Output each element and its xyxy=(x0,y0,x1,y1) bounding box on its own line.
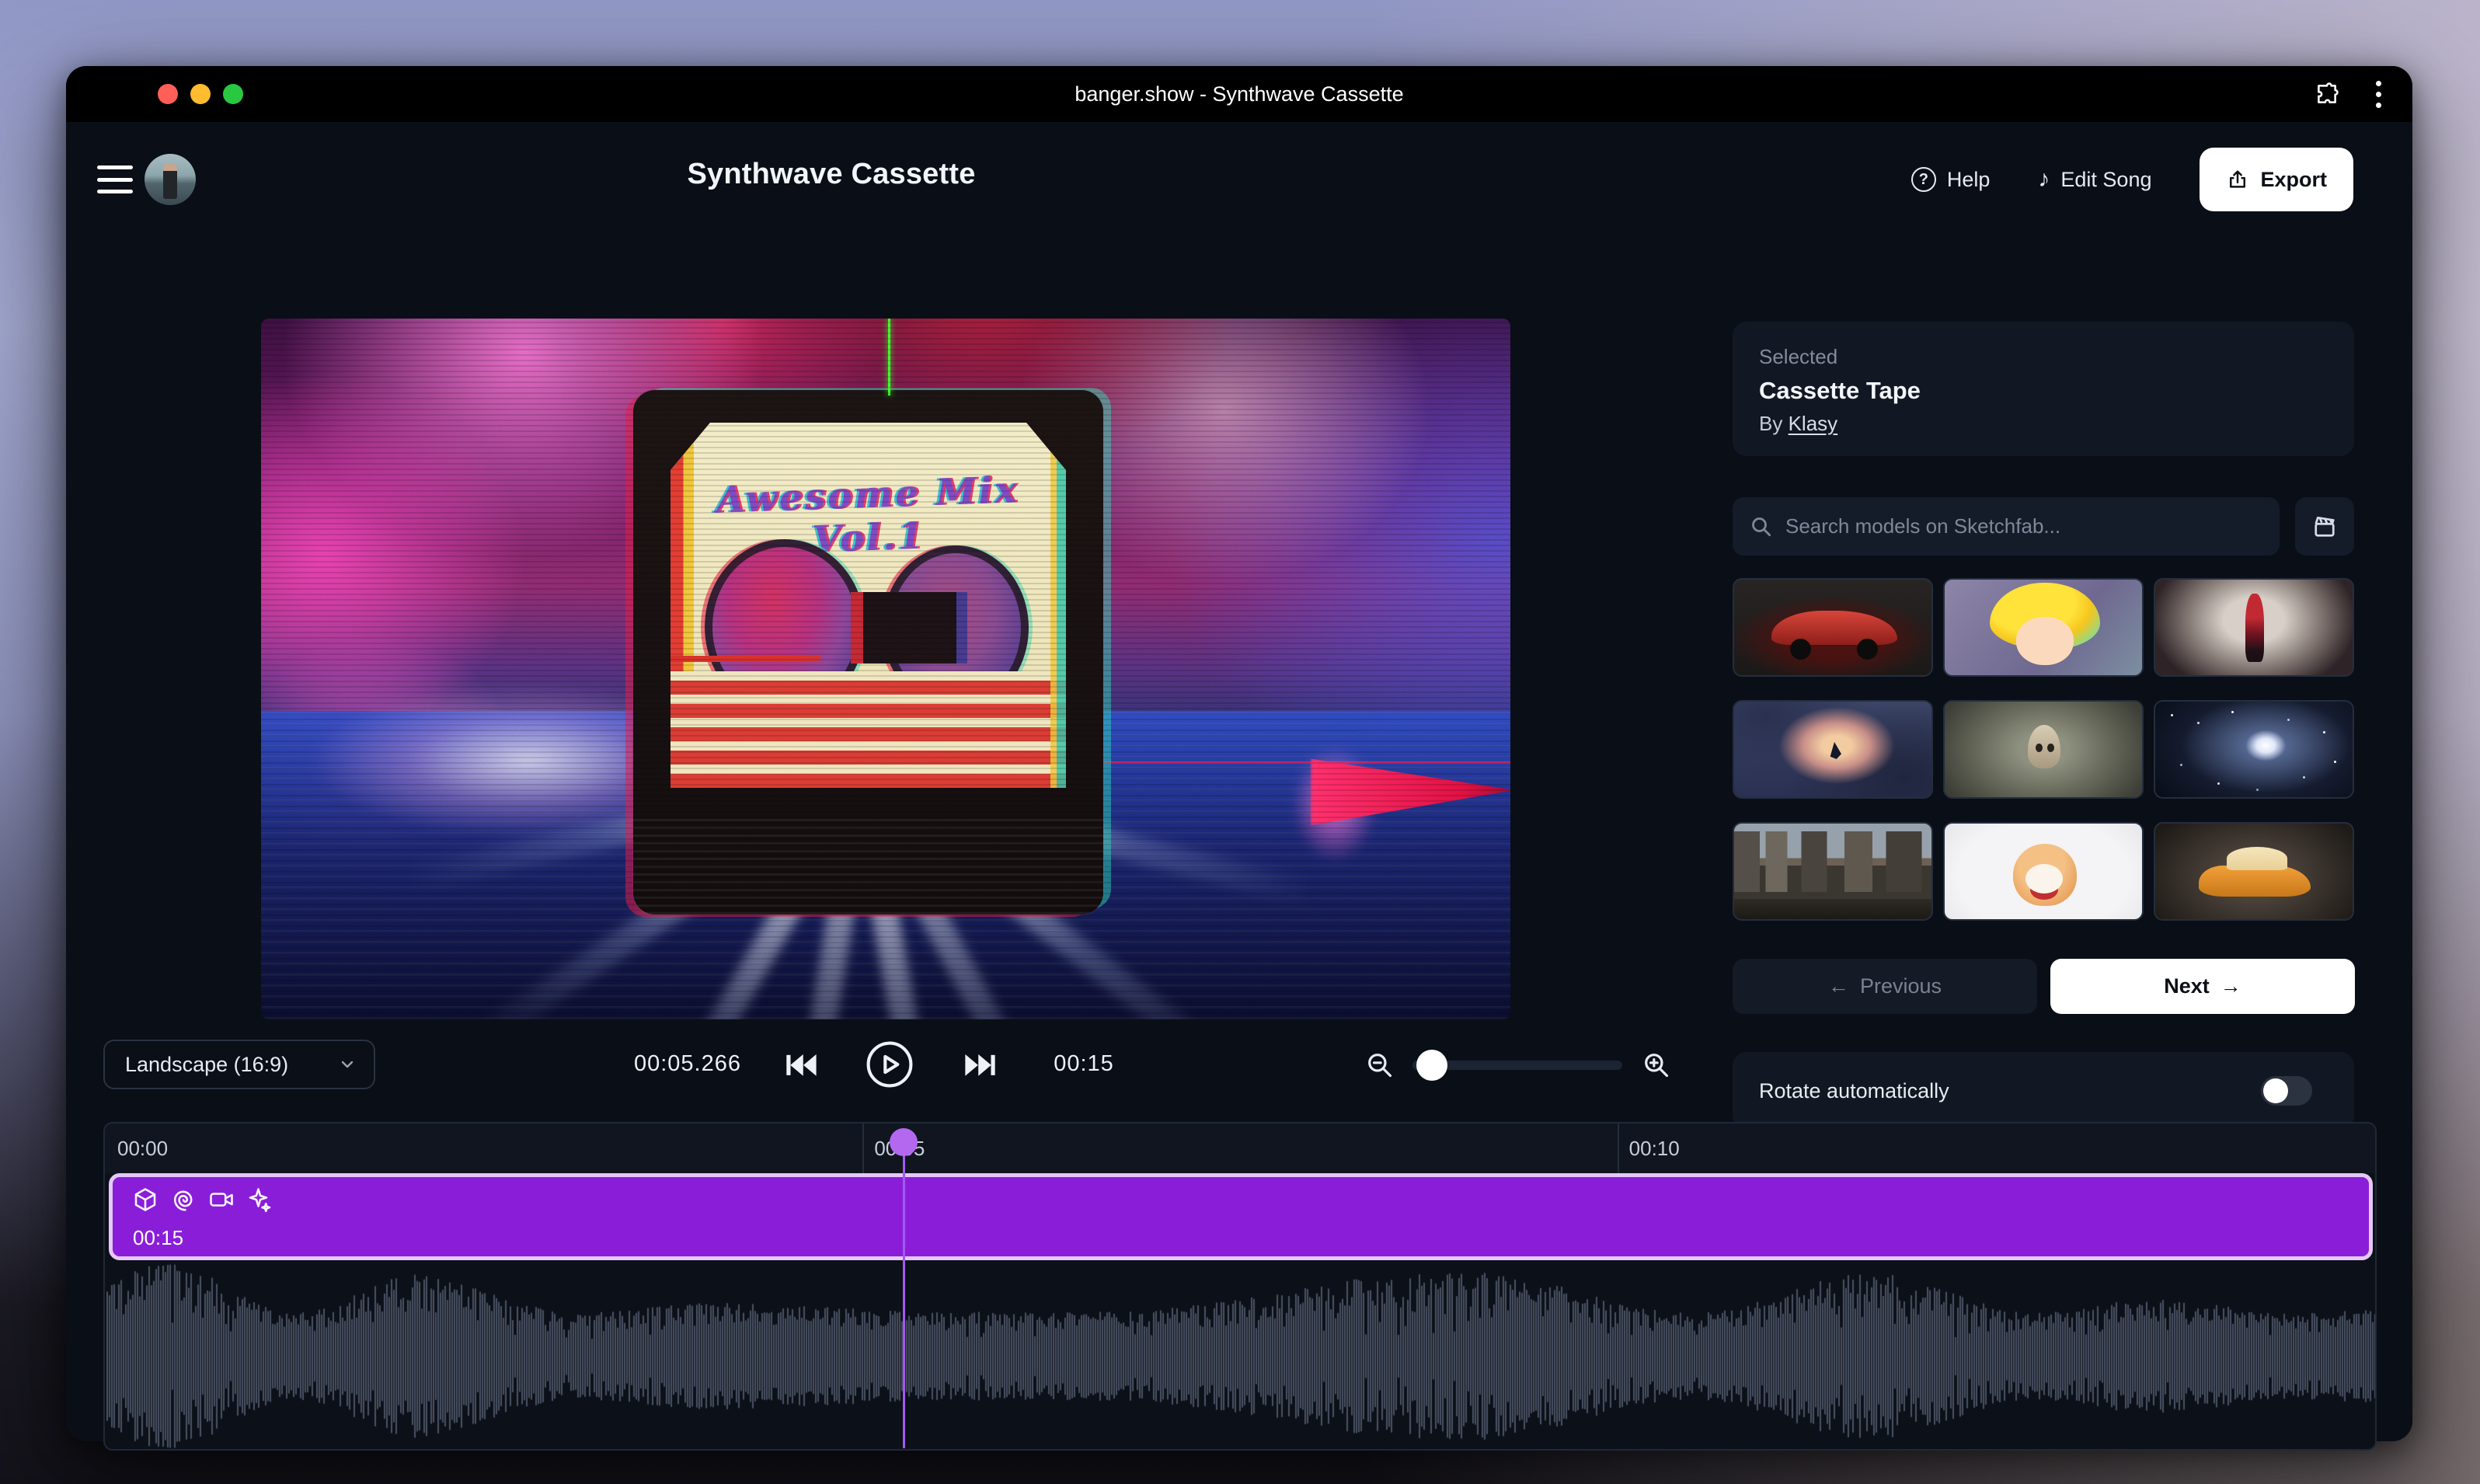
rewind-button[interactable] xyxy=(785,1052,820,1078)
timeline-ruler[interactable]: 00:0000:0500:10 xyxy=(105,1123,2375,1173)
zoom-in-icon[interactable] xyxy=(1642,1050,1671,1080)
timeline[interactable]: 00:0000:0500:10 00:15 xyxy=(103,1122,2377,1451)
edit-song-label: Edit Song xyxy=(2060,168,2151,192)
model-thumbnail[interactable] xyxy=(2154,822,2354,921)
timeline-clip[interactable]: 00:15 xyxy=(109,1173,2373,1260)
playhead-knob[interactable] xyxy=(890,1128,918,1156)
music-note-icon: ♪ xyxy=(2038,166,2050,193)
extensions-puzzle-icon[interactable] xyxy=(2314,81,2340,107)
arrow-right-icon: → xyxy=(2221,974,2241,998)
arrow-left-icon: ← xyxy=(1828,974,1849,998)
ruler-label: 00:10 xyxy=(1629,1137,1680,1161)
app-window: banger.show - Synthwave Cassette Synthwa… xyxy=(66,66,2412,1441)
rotate-panel: Rotate automatically xyxy=(1733,1052,2354,1130)
zoom-slider-knob[interactable] xyxy=(1416,1050,1447,1081)
aspect-ratio-select[interactable]: Landscape (16:9) xyxy=(103,1040,375,1089)
help-label: Help xyxy=(1947,168,1991,192)
clip-icons xyxy=(131,1186,273,1214)
ruler-tick xyxy=(1618,1123,1619,1173)
search-icon xyxy=(1750,515,1773,538)
edit-song-button[interactable]: ♪ Edit Song xyxy=(2038,166,2151,193)
video-preview[interactable]: Awesome Mix Vol.1 xyxy=(261,319,1510,1019)
model-thumbnail[interactable] xyxy=(1733,700,1933,799)
rotate-toggle[interactable] xyxy=(2261,1076,2312,1106)
next-label: Next xyxy=(2164,974,2210,998)
model-thumbnail[interactable] xyxy=(1733,822,1933,921)
model-thumbnail[interactable] xyxy=(2154,578,2354,677)
next-button[interactable]: Next → xyxy=(2050,959,2355,1014)
by-prefix: By xyxy=(1759,412,1789,435)
play-button[interactable] xyxy=(866,1040,914,1089)
toggle-knob xyxy=(2263,1078,2288,1103)
ruler-label: 00:00 xyxy=(117,1137,168,1161)
clapperboard-icon xyxy=(2311,513,2339,541)
model-thumbnail[interactable] xyxy=(1943,822,2144,921)
rotate-label: Rotate automatically xyxy=(1759,1079,1949,1103)
chevron-down-icon xyxy=(338,1055,357,1074)
clip-duration: 00:15 xyxy=(133,1226,183,1250)
help-icon: ? xyxy=(1911,167,1936,192)
zoom-out-icon[interactable] xyxy=(1365,1050,1395,1080)
current-time: 00:05.266 xyxy=(610,1051,765,1077)
fast-forward-button[interactable] xyxy=(961,1052,997,1078)
selected-model-panel: Selected Cassette Tape By Klasy xyxy=(1733,322,2354,456)
titlebar: banger.show - Synthwave Cassette xyxy=(66,66,2412,122)
selected-model-name: Cassette Tape xyxy=(1759,377,2328,405)
search-input[interactable] xyxy=(1785,514,2262,538)
export-label: Export xyxy=(2260,168,2327,192)
model-thumbnail[interactable] xyxy=(1733,578,1933,677)
model-thumbnail[interactable] xyxy=(1943,578,2144,677)
author-link[interactable]: Klasy xyxy=(1789,412,1838,435)
export-button[interactable]: Export xyxy=(2200,148,2353,211)
clapperboard-button[interactable] xyxy=(2295,497,2354,556)
selected-model-author: By Klasy xyxy=(1759,412,2328,436)
duration-time: 00:15 xyxy=(1022,1051,1146,1077)
model-search-box[interactable] xyxy=(1733,497,2280,556)
model-grid xyxy=(1733,578,2354,921)
selected-caption: Selected xyxy=(1759,345,2328,369)
model-thumbnail[interactable] xyxy=(1943,700,2144,799)
window-title: banger.show - Synthwave Cassette xyxy=(66,66,2412,122)
app-surface: Synthwave Cassette ? Help ♪ Edit Song Ex… xyxy=(66,122,2412,1441)
ruler-tick xyxy=(862,1123,864,1173)
cube-3d-icon xyxy=(131,1186,159,1214)
aspect-ratio-value: Landscape (16:9) xyxy=(125,1053,288,1077)
vignette-overlay xyxy=(261,319,1510,1019)
share-export-icon xyxy=(2226,168,2249,191)
sparkles-icon xyxy=(246,1186,273,1214)
previous-label: Previous xyxy=(1860,974,1942,998)
kebab-menu-icon[interactable] xyxy=(2373,78,2384,111)
previous-button[interactable]: ← Previous xyxy=(1733,959,2037,1014)
timeline-zoom-slider[interactable] xyxy=(1412,1061,1622,1070)
page-title: Synthwave Cassette xyxy=(66,158,1597,191)
audio-waveform xyxy=(106,1262,2377,1451)
video-camera-icon xyxy=(207,1186,235,1214)
spiral-icon xyxy=(169,1186,197,1214)
help-button[interactable]: ? Help xyxy=(1911,167,1991,192)
model-thumbnail[interactable] xyxy=(2154,700,2354,799)
playhead-line xyxy=(903,1131,905,1448)
